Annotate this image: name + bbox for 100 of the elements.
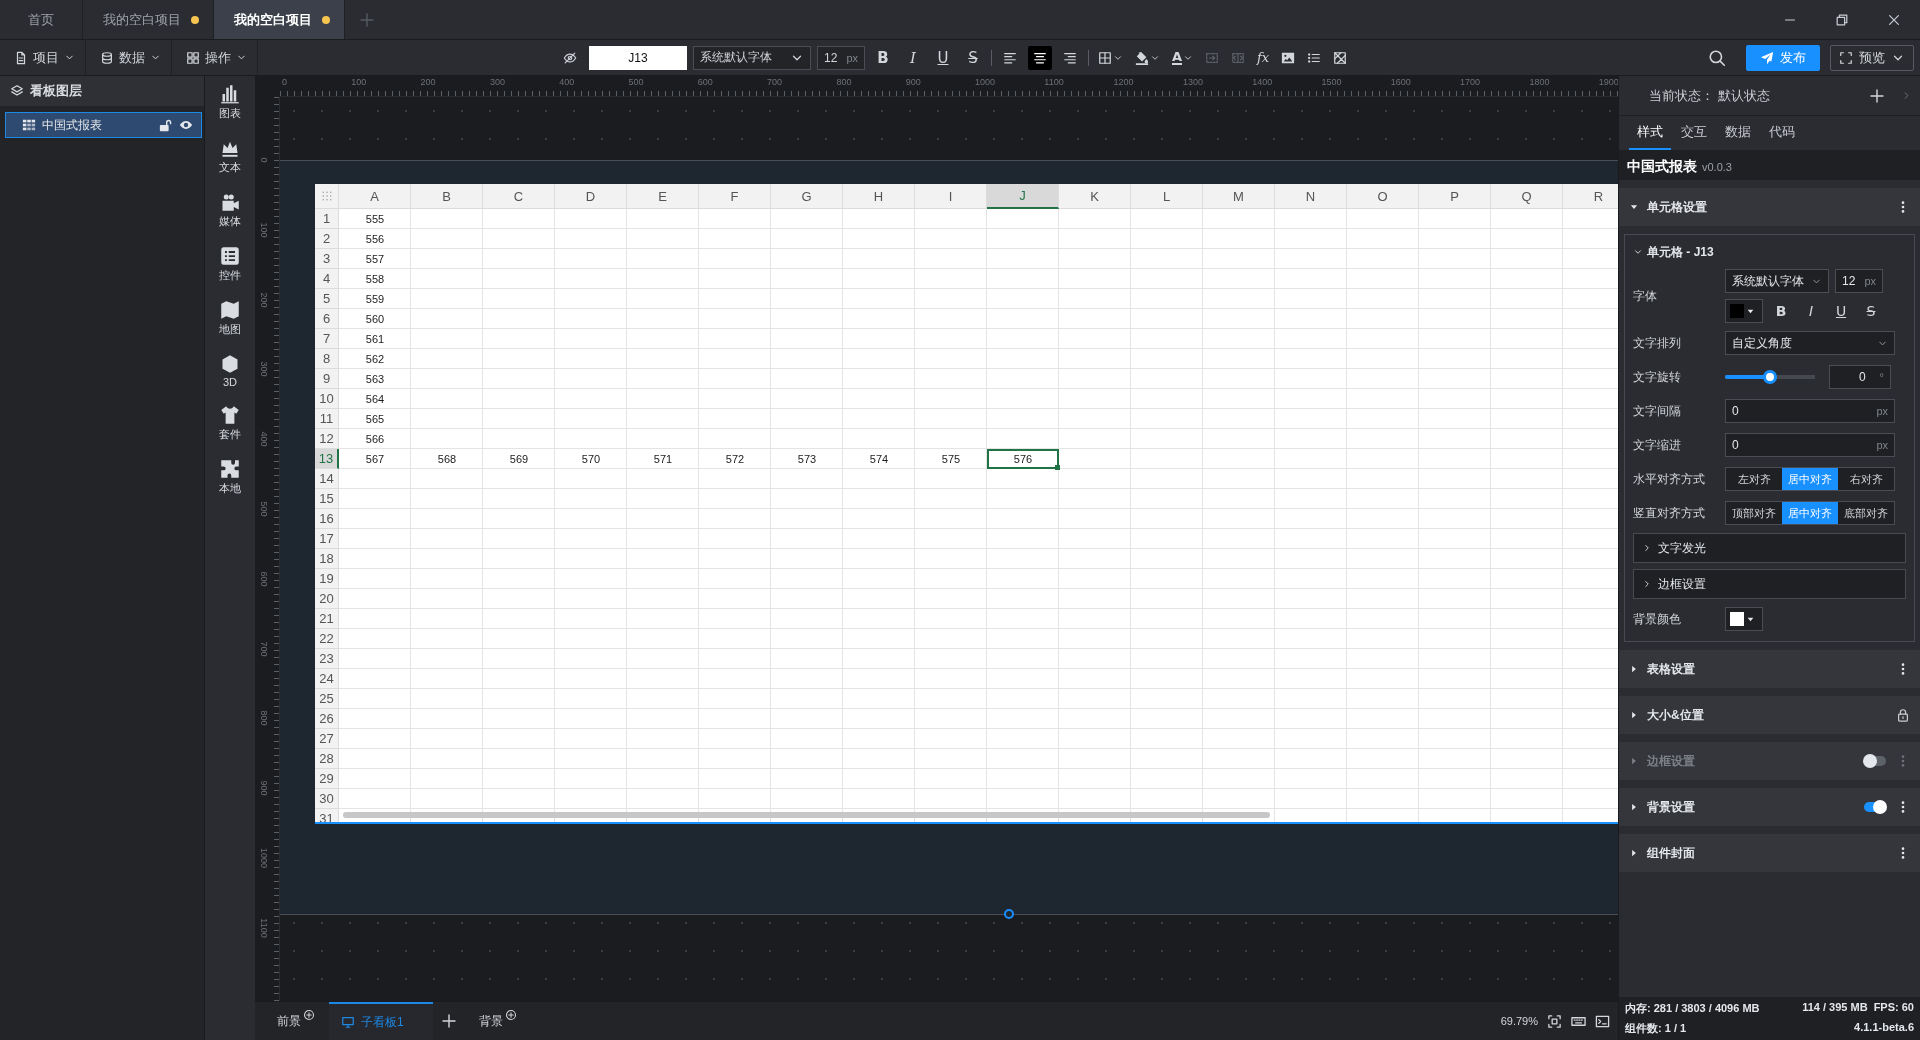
column-header[interactable]: C bbox=[483, 184, 555, 209]
group-header[interactable]: 单元格 - J13 bbox=[1633, 241, 1906, 263]
project-tab[interactable]: 首页 bbox=[0, 0, 83, 39]
unlock-icon[interactable] bbox=[159, 118, 173, 132]
row-header[interactable]: 3 bbox=[315, 249, 339, 269]
hidden-icon[interactable] bbox=[563, 50, 577, 65]
row-header[interactable]: 14 bbox=[315, 469, 339, 489]
row-header[interactable]: 7 bbox=[315, 329, 339, 349]
align-center-button[interactable] bbox=[1028, 45, 1052, 70]
select-field[interactable]: 自定义角度 bbox=[1725, 331, 1895, 355]
color-picker[interactable] bbox=[1725, 607, 1763, 631]
restore-icon[interactable] bbox=[1835, 12, 1849, 27]
menu-button[interactable]: 项目 bbox=[0, 40, 86, 75]
row-header[interactable]: 21 bbox=[315, 609, 339, 629]
column-header[interactable]: F bbox=[699, 184, 771, 209]
row-header[interactable]: 13 bbox=[315, 449, 339, 469]
add-board-icon[interactable] bbox=[441, 1013, 457, 1029]
number-field[interactable]: 0 ° bbox=[1829, 365, 1891, 389]
list-icon[interactable] bbox=[1307, 50, 1322, 65]
row-header[interactable]: 18 bbox=[315, 549, 339, 569]
image-icon[interactable] bbox=[1281, 50, 1296, 65]
column-header[interactable]: G bbox=[771, 184, 843, 209]
row-header[interactable]: 9 bbox=[315, 369, 339, 389]
cell-reference-field[interactable]: J13 bbox=[589, 45, 687, 70]
formula-button[interactable]: fx bbox=[1257, 50, 1270, 65]
number-field[interactable]: 0 px bbox=[1725, 433, 1895, 457]
column-header[interactable]: J bbox=[987, 184, 1059, 209]
column-header[interactable]: M bbox=[1203, 184, 1275, 209]
row-header[interactable]: 28 bbox=[315, 749, 339, 769]
row-header[interactable]: 30 bbox=[315, 789, 339, 809]
row-header[interactable]: 25 bbox=[315, 689, 339, 709]
selected-cell[interactable]: 576 bbox=[987, 449, 1059, 469]
add-icon[interactable] bbox=[303, 1009, 315, 1021]
column-header[interactable]: L bbox=[1131, 184, 1203, 209]
scrollbar-thumb[interactable] bbox=[343, 812, 1270, 818]
row-header[interactable]: 17 bbox=[315, 529, 339, 549]
row-header[interactable]: 2 bbox=[315, 229, 339, 249]
row-header[interactable]: 23 bbox=[315, 649, 339, 669]
row-header[interactable]: 15 bbox=[315, 489, 339, 509]
font-size-field[interactable]: 12 px bbox=[1835, 269, 1883, 293]
resize-handle[interactable] bbox=[1004, 909, 1014, 919]
bold-button[interactable]: B bbox=[871, 45, 895, 70]
italic-button[interactable]: I bbox=[1799, 300, 1823, 322]
menu-button[interactable]: 数据 bbox=[86, 40, 172, 75]
column-header[interactable]: Q bbox=[1491, 184, 1563, 209]
row-header[interactable]: 27 bbox=[315, 729, 339, 749]
section-header[interactable]: 大小&位置 bbox=[1619, 696, 1920, 734]
widget-category[interactable]: 套件 bbox=[208, 405, 252, 442]
column-header[interactable]: R bbox=[1563, 184, 1618, 209]
collapsible-header[interactable]: 边框设置 bbox=[1633, 569, 1906, 599]
project-tab[interactable]: 我的空白项目 bbox=[214, 0, 345, 39]
search-icon[interactable] bbox=[1708, 48, 1726, 67]
widget-category[interactable]: 媒体 bbox=[208, 192, 252, 229]
row-header[interactable]: 1 bbox=[315, 209, 339, 229]
row-header[interactable]: 4 bbox=[315, 269, 339, 289]
row-header[interactable]: 6 bbox=[315, 309, 339, 329]
row-header[interactable]: 5 bbox=[315, 289, 339, 309]
column-header[interactable]: P bbox=[1419, 184, 1491, 209]
section-header[interactable]: 单元格设置 bbox=[1619, 188, 1920, 226]
inspector-tab[interactable]: 交互 bbox=[1673, 116, 1715, 150]
column-header[interactable]: K bbox=[1059, 184, 1131, 209]
row-header[interactable]: 22 bbox=[315, 629, 339, 649]
strikethrough-button[interactable]: S bbox=[1859, 300, 1883, 322]
add-state-icon[interactable] bbox=[1869, 87, 1885, 104]
column-header[interactable]: O bbox=[1347, 184, 1419, 209]
board-tab[interactable]: 前景 bbox=[263, 1002, 329, 1040]
font-select[interactable]: 系统默认字体 bbox=[1725, 269, 1829, 293]
column-header[interactable]: I bbox=[915, 184, 987, 209]
row-header[interactable]: 8 bbox=[315, 349, 339, 369]
inspector-tab[interactable]: 代码 bbox=[1761, 116, 1803, 150]
column-header[interactable]: B bbox=[411, 184, 483, 209]
terminal-icon[interactable] bbox=[1595, 1013, 1610, 1029]
widget-category[interactable]: 本地 bbox=[208, 459, 252, 496]
clear-format-icon[interactable] bbox=[1333, 50, 1348, 65]
column-header[interactable]: H bbox=[843, 184, 915, 209]
column-header[interactable]: N bbox=[1275, 184, 1347, 209]
inspector-tab[interactable]: 数据 bbox=[1717, 116, 1759, 150]
column-header[interactable]: E bbox=[627, 184, 699, 209]
close-icon[interactable] bbox=[1887, 12, 1901, 27]
italic-button[interactable]: I bbox=[901, 45, 925, 70]
fit-screen-icon[interactable] bbox=[1547, 1013, 1562, 1029]
underline-button[interactable]: U bbox=[931, 45, 955, 70]
row-header[interactable]: 10 bbox=[315, 389, 339, 409]
section-header[interactable]: 背景设置 bbox=[1619, 788, 1920, 826]
layer-item[interactable]: 中国式报表 bbox=[5, 112, 202, 138]
preview-button[interactable]: 预览 bbox=[1830, 44, 1914, 71]
widget-category[interactable]: 3D bbox=[208, 354, 252, 388]
widget-category[interactable]: 文本 bbox=[208, 138, 252, 175]
widget-category[interactable]: 控件 bbox=[208, 246, 252, 283]
board-tab[interactable]: 子看板1 bbox=[329, 1002, 433, 1040]
add-icon[interactable] bbox=[505, 1009, 517, 1021]
segment-option[interactable]: 右对齐 bbox=[1838, 468, 1894, 490]
number-field[interactable]: 0 px bbox=[1725, 399, 1895, 423]
menu-button[interactable]: 操作 bbox=[172, 40, 258, 75]
segment-option[interactable]: 底部对齐 bbox=[1838, 502, 1894, 524]
segment-option[interactable]: 左对齐 bbox=[1726, 468, 1782, 490]
row-header[interactable]: 16 bbox=[315, 509, 339, 529]
row-header[interactable]: 26 bbox=[315, 709, 339, 729]
toggle-switch[interactable] bbox=[1864, 802, 1886, 812]
color-picker[interactable] bbox=[1725, 299, 1763, 323]
